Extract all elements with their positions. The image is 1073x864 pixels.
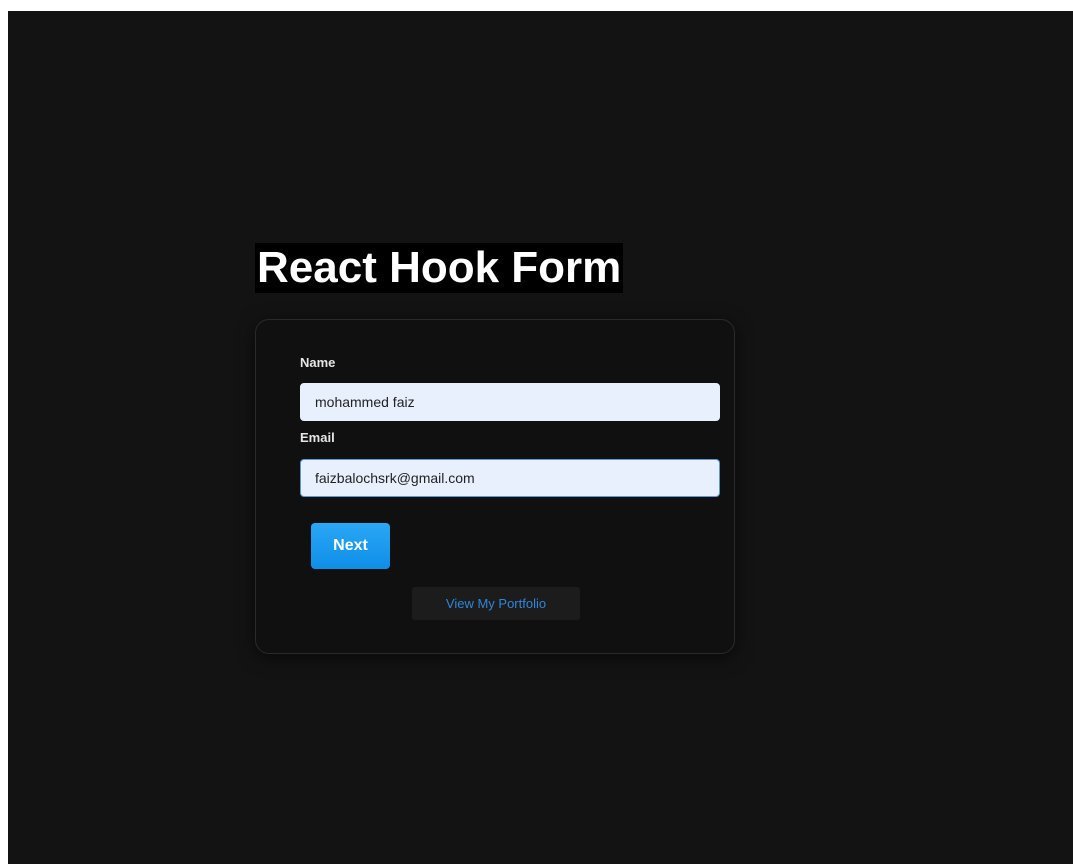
page-title: React Hook Form (255, 243, 624, 293)
view-portfolio-link[interactable]: View My Portfolio (412, 587, 580, 620)
email-input[interactable] (300, 459, 720, 497)
page-viewport: React Hook Form Name Email Next View My … (8, 11, 1073, 864)
email-label: Email (300, 430, 335, 445)
name-input[interactable] (300, 383, 720, 421)
next-button[interactable]: Next (311, 523, 390, 569)
form-card: Name Email Next View My Portfolio (255, 319, 735, 654)
name-label: Name (300, 355, 336, 370)
